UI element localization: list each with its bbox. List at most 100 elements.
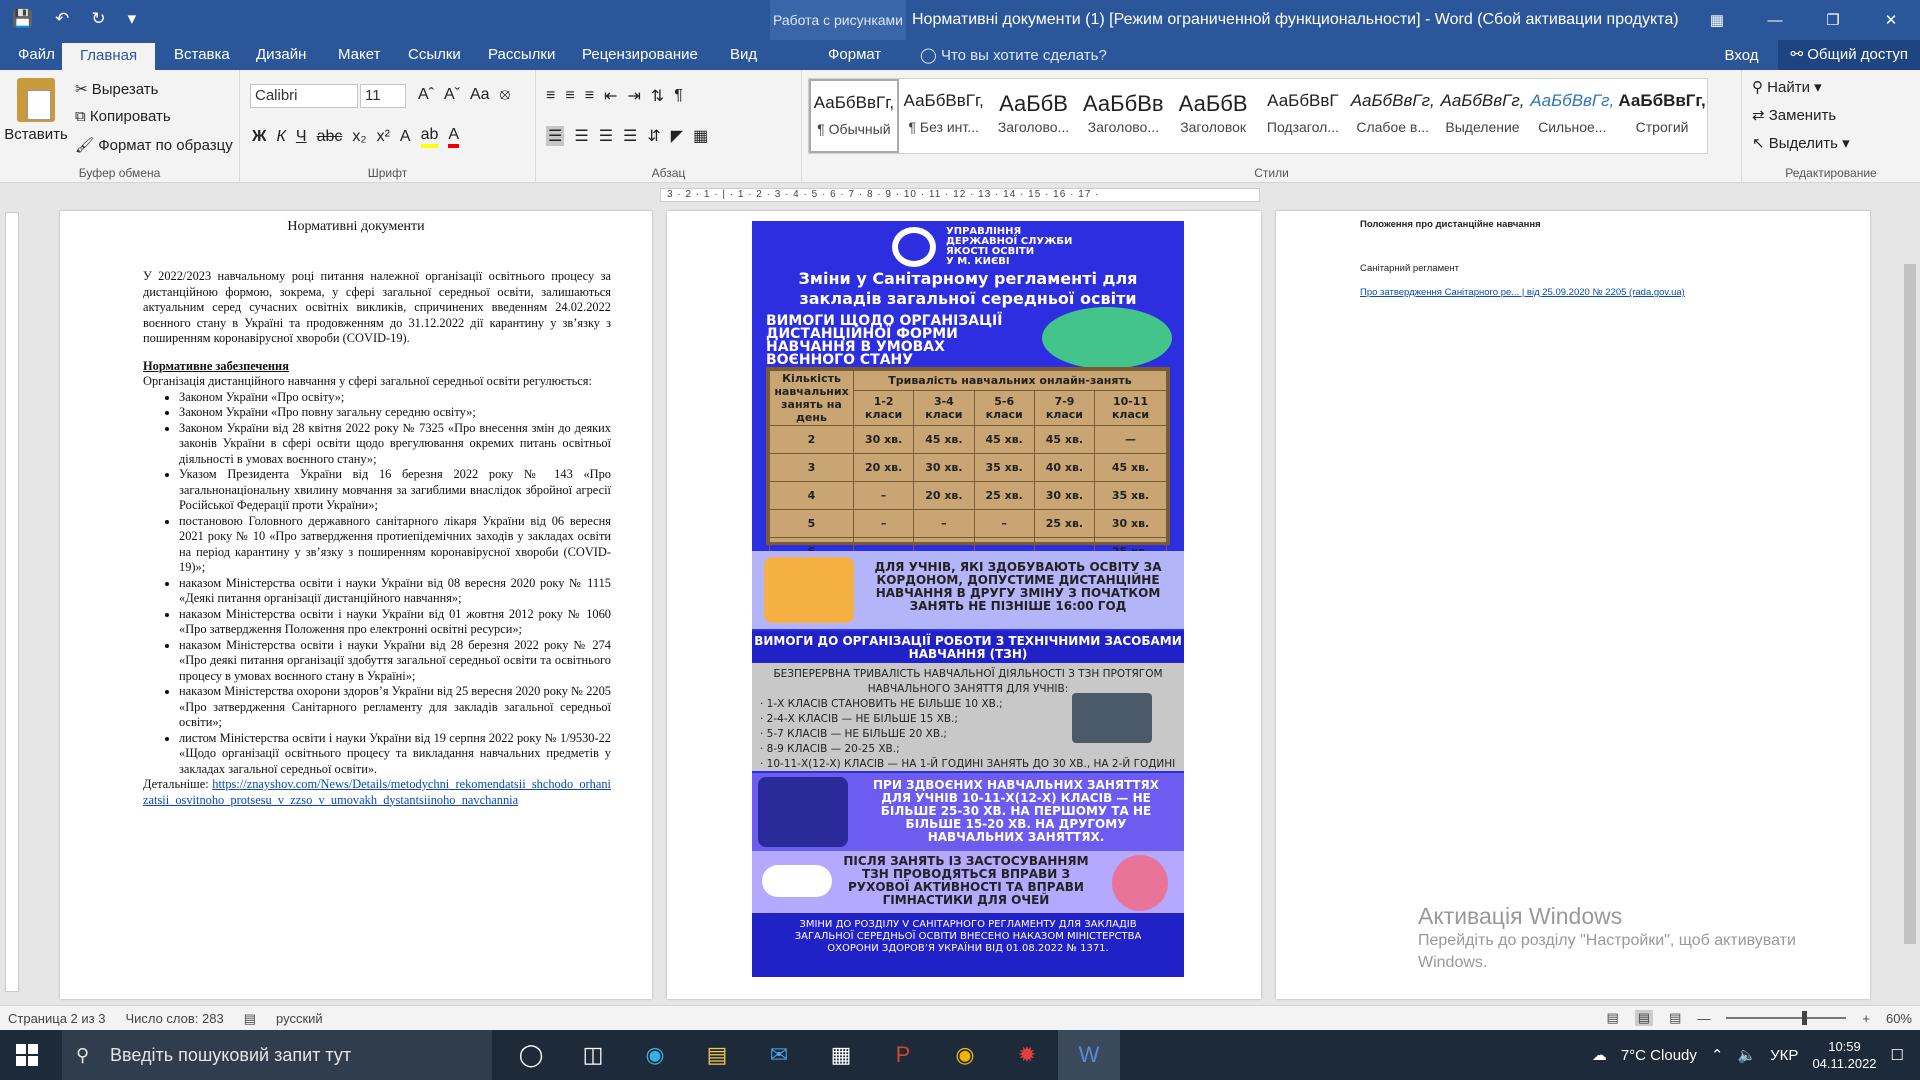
clear-format-icon[interactable]: ⦻ — [500, 86, 511, 104]
ribbon-display-icon[interactable]: ▦ — [1688, 0, 1746, 40]
document-page-2[interactable]: УПРАВЛІННЯ ДЕРЖАВНОЇ СЛУЖБИ ЯКОСТІ ОСВІТ… — [667, 211, 1261, 999]
decrease-indent-icon[interactable]: ⇤ — [604, 86, 617, 106]
edge-icon[interactable]: ◉ — [624, 1030, 686, 1080]
bold-icon[interactable]: Ж — [252, 128, 266, 146]
task-view-icon[interactable]: ◫ — [562, 1030, 624, 1080]
customize-qat-icon[interactable]: ▾ — [128, 9, 137, 29]
tab-layout[interactable]: Макет — [338, 46, 380, 63]
proofing-icon[interactable]: ▤ — [244, 1011, 256, 1027]
tab-review[interactable]: Рецензирование — [582, 46, 698, 63]
tab-view[interactable]: Вид — [730, 46, 757, 63]
horizontal-ruler[interactable]: 3 · 2 · 1 · | · 1 · 2 · 3 · 4 · 5 · 6 · … — [0, 184, 1920, 206]
vertical-scrollbar[interactable] — [1900, 184, 1920, 999]
style-item[interactable]: АаБбВвГг, ¶ Обычный — [809, 79, 899, 153]
font-size-select[interactable]: 11 — [360, 84, 406, 108]
format-painter-button[interactable]: 🖌 Формат по образцу — [75, 136, 233, 154]
zoom-out-icon[interactable]: — — [1697, 1011, 1710, 1026]
subscript-icon[interactable]: x₂ — [352, 128, 366, 146]
zoom-slider[interactable] — [1726, 1011, 1847, 1025]
scrollbar-thumb[interactable] — [1904, 264, 1916, 944]
style-item[interactable]: АаБбВв Заголово... — [1078, 79, 1168, 153]
chrome-icon[interactable]: ◉ — [934, 1030, 996, 1080]
bullets-icon[interactable]: ≡ — [546, 87, 555, 105]
infographic-image[interactable]: УПРАВЛІННЯ ДЕРЖАВНОЇ СЛУЖБИ ЯКОСТІ ОСВІТ… — [752, 221, 1184, 977]
tell-me-box[interactable]: ◯ Что вы хотите сделать? — [920, 46, 1107, 64]
cortana-icon[interactable]: ◯ — [500, 1030, 562, 1080]
style-item[interactable]: АаБбВвГг, Строгий — [1617, 79, 1707, 153]
notifications-icon[interactable]: ☐ — [1891, 1046, 1904, 1064]
underline-icon[interactable]: Ч — [296, 128, 307, 146]
file-explorer-icon[interactable]: ▤ — [686, 1030, 748, 1080]
select-button[interactable]: ↖ Выделить ▾ — [1752, 134, 1850, 152]
undo-icon[interactable]: ↶ — [55, 9, 69, 29]
tab-file[interactable]: Файл — [18, 46, 55, 63]
share-button[interactable]: ⚯ Общий доступ — [1778, 40, 1920, 70]
document-page-1[interactable]: Нормативні документи У 2022/2023 навчаль… — [60, 211, 652, 999]
volume-icon[interactable]: 🔈 — [1737, 1046, 1756, 1064]
close-button[interactable]: ✕ — [1862, 0, 1920, 40]
style-item[interactable]: АаБбВ Заголовок — [1168, 79, 1258, 153]
superscript-icon[interactable]: x² — [377, 128, 390, 146]
save-icon[interactable]: 💾 — [12, 9, 33, 29]
print-layout-icon[interactable]: ▤ — [1634, 1010, 1654, 1026]
change-case-icon[interactable]: Aa — [470, 86, 490, 104]
increase-indent-icon[interactable]: ⇥ — [627, 86, 640, 106]
style-item[interactable]: АаБбВ Заголово... — [989, 79, 1079, 153]
tab-format[interactable]: Формат — [828, 46, 881, 63]
clock[interactable]: 10:59 04.11.2022 — [1812, 1038, 1876, 1072]
font-color-icon[interactable]: A — [448, 126, 460, 148]
paste-button[interactable]: Вставить — [4, 78, 68, 143]
style-item[interactable]: АаБбВвГг, Сильное... — [1527, 79, 1617, 153]
style-item[interactable]: АаБбВвГг, Выделение — [1438, 79, 1528, 153]
sort-icon[interactable]: ⇅ — [651, 86, 664, 106]
find-button[interactable]: ⚲ Найти ▾ — [1752, 78, 1822, 96]
mail-icon[interactable]: ✉ — [748, 1030, 810, 1080]
cut-button[interactable]: ✂ Вырезать — [75, 80, 158, 98]
signin-link[interactable]: Вход — [1725, 47, 1759, 64]
powerpoint-icon[interactable]: P — [872, 1030, 934, 1080]
zoom-level[interactable]: 60% — [1886, 1011, 1912, 1026]
windows-start-icon[interactable] — [16, 1044, 38, 1066]
page3-link[interactable]: Про затвердження Санітарного ре... | від… — [1360, 287, 1685, 298]
app-icon[interactable]: ✹ — [996, 1030, 1058, 1080]
tab-design[interactable]: Дизайн — [256, 46, 306, 63]
word-icon[interactable]: W — [1058, 1030, 1120, 1080]
weather[interactable]: 7°C Cloudy — [1621, 1047, 1697, 1064]
web-layout-icon[interactable]: ▤ — [1669, 1010, 1681, 1026]
shading-icon[interactable]: ◤ — [671, 126, 683, 146]
pilcrow-icon[interactable]: ¶ — [674, 87, 683, 105]
language[interactable]: русский — [276, 1011, 323, 1027]
line-spacing-icon[interactable]: ⇵ — [647, 126, 660, 146]
vertical-ruler[interactable] — [0, 206, 22, 998]
page-count[interactable]: Страница 2 из 3 — [8, 1011, 105, 1027]
minimize-button[interactable]: — — [1746, 0, 1804, 40]
read-mode-icon[interactable]: ▤ — [1606, 1010, 1618, 1026]
taskbar-search[interactable]: ⚲ Введіть пошуковий запит тут — [62, 1030, 492, 1080]
align-center-icon[interactable]: ☰ — [574, 126, 588, 146]
justify-icon[interactable]: ☰ — [623, 126, 637, 146]
borders-icon[interactable]: ▦ — [693, 126, 708, 146]
align-right-icon[interactable]: ☰ — [599, 126, 613, 146]
redo-icon[interactable]: ↻ — [91, 9, 105, 29]
italic-icon[interactable]: К — [276, 128, 285, 146]
document-page-3[interactable]: Положення про дистанційне навчання Саніт… — [1276, 211, 1870, 999]
style-item[interactable]: АаБбВвГг, ¶ Без инт... — [899, 79, 989, 153]
replace-button[interactable]: ⇄ Заменить — [1752, 106, 1836, 124]
highlight-icon[interactable]: ab — [420, 126, 439, 148]
copy-button[interactable]: ⧉ Копировать — [75, 108, 171, 125]
tab-insert[interactable]: Вставка — [174, 46, 230, 63]
multilevel-list-icon[interactable]: ≡ — [585, 87, 594, 105]
cloud-icon[interactable]: ☁ — [1592, 1046, 1607, 1064]
style-item[interactable]: АаБбВвГг, Слабое в... — [1348, 79, 1438, 153]
maximize-button[interactable]: ❐ — [1804, 0, 1862, 40]
font-name-select[interactable]: Calibri — [250, 84, 358, 108]
keyboard-language[interactable]: УКР — [1770, 1047, 1798, 1064]
align-left-icon[interactable]: ☰ — [546, 126, 565, 146]
tab-mailings[interactable]: Рассылки — [488, 46, 555, 63]
text-effects-icon[interactable]: A — [400, 128, 411, 146]
strikethrough-icon[interactable]: abc — [317, 128, 343, 146]
details-link[interactable]: https://znayshov.com/News/Details/metody… — [143, 777, 611, 807]
numbering-icon[interactable]: ≡ — [565, 87, 574, 105]
store-icon[interactable]: ▦ — [810, 1030, 872, 1080]
zoom-in-icon[interactable]: + — [1862, 1011, 1870, 1026]
